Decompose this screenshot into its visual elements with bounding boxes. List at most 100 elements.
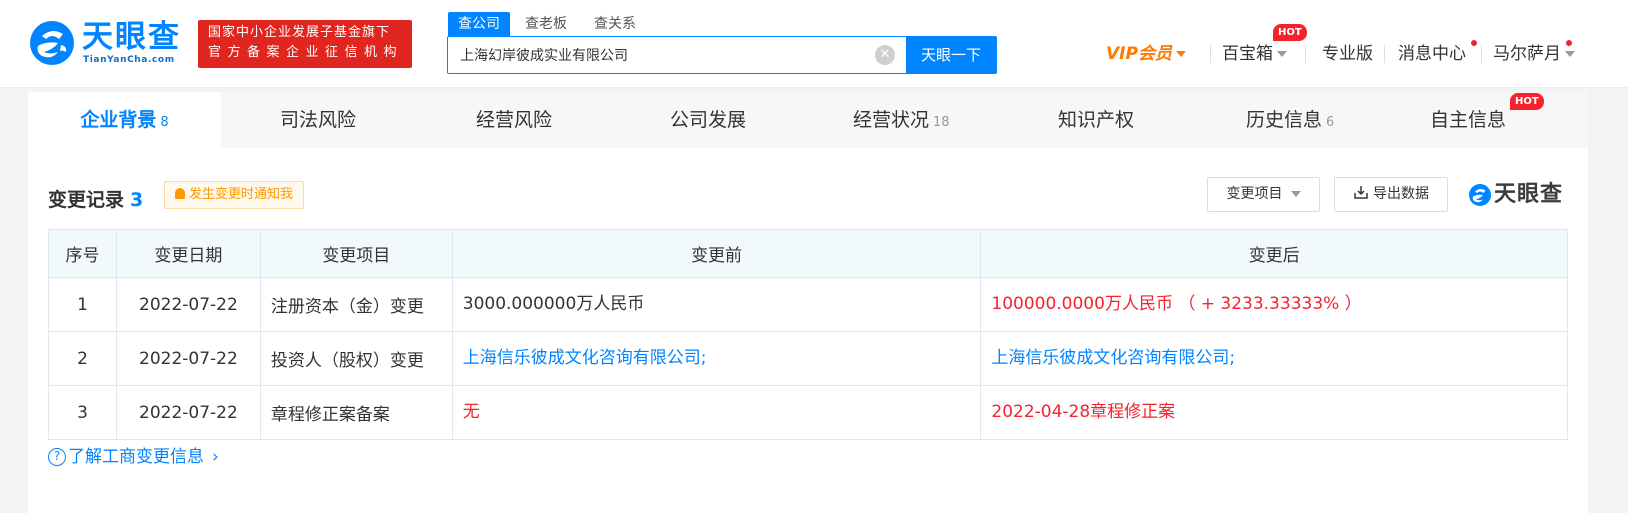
hot-badge: HOT [1273,24,1307,41]
cell-before-text: 3000.000000万人民币 [462,294,645,314]
slogan-banner: 国家中小企业发展子基金旗下 官方备案企业征信机构 [198,20,412,68]
investor-link[interactable]: 上海信乐彼成文化咨询有限公司; [463,348,707,368]
filter-label: 变更项目 [1226,186,1283,202]
cell-date: 2022-07-22 [115,385,261,440]
user-menu[interactable]: 马尔萨月 [1493,42,1575,66]
chevron-right-icon: › [212,447,219,467]
table-row: 2 2022-07-22 投资人（股权）变更 上海信乐彼成文化咨询有限公司; 上… [48,331,1568,386]
tab-self-info[interactable]: 自主信息 [1430,92,1506,148]
hot-badge: HOT [1510,93,1544,110]
tab-label: 公司发展 [670,109,747,131]
cell-index: 2 [48,331,117,386]
cell-date: 2022-07-22 [115,277,261,332]
cell-after-text: 2022-04-28章程修正案 [991,402,1176,422]
search-tab-company[interactable]: 查公司 [448,12,510,36]
export-label: 导出数据 [1373,186,1429,202]
tab-label: 历史信息 [1246,109,1323,131]
cell-date: 2022-07-22 [115,331,261,386]
change-record-table: 序号 变更日期 变更项目 变更前 变更后 1 2022-07-22 注册资本（金… [48,229,1568,440]
chevron-down-icon [1565,51,1575,57]
tab-business-status[interactable]: 经营状况 18 [853,92,950,148]
tab-legal-risk[interactable]: 司法风险 [280,92,356,148]
col-header-after: 变更后 [980,229,1568,278]
clear-icon[interactable]: ✕ [875,45,895,65]
tab-label: 经营状况 [853,109,930,131]
col-header-item: 变更项目 [259,229,453,278]
tab-count: 8 [160,115,169,130]
col-header-index: 序号 [48,229,117,278]
logo-mark-icon [1469,184,1491,206]
cell-before: 3000.000000万人民币 [451,277,982,332]
col-header-date: 变更日期 [115,229,261,278]
chevron-down-icon [1175,51,1186,57]
logo-domain: TianYanCha.com [83,55,175,65]
tab-count: 18 [933,115,950,130]
table-row: 3 2022-07-22 章程修正案备案 无 2022-04-28章程修正案 [48,385,1568,440]
company-detail-card: 企业背景 8 司法风险 经营风险 公司发展 经营状况 18 知识产权 历史信息 6 自… [28,92,1588,513]
message-center-link[interactable]: 消息中心 [1398,42,1466,66]
cell-index: 3 [48,385,117,440]
brand-name: 天眼查 [1494,182,1564,207]
tab-company-development[interactable]: 公司发展 [670,92,746,148]
cell-before: 无 [451,385,982,440]
learn-change-info-link[interactable]: ? 了解工商变更信息 › [48,445,219,469]
tab-label: 企业背景 [80,109,157,131]
pro-version-link[interactable]: 专业版 [1322,42,1373,66]
cell-after-text: 100000.0000万人民币 （ + 3233.33333% ） [991,294,1362,314]
change-notify-button[interactable]: 发生变更时通知我 [164,181,305,209]
nav-divider [1481,45,1482,63]
tab-company-background[interactable]: 企业背景 8 [28,92,221,148]
tab-label: 自主信息 [1430,109,1507,131]
user-notice-dot [1566,40,1572,46]
cell-item: 投资人（股权）变更 [259,331,453,386]
section-title: 变更记录 3 [48,185,143,212]
tab-history-info[interactable]: 历史信息 6 [1246,92,1334,148]
question-icon: ? [48,448,66,466]
investor-link[interactable]: 上海信乐彼成文化咨询有限公司; [991,348,1235,368]
bell-icon [175,188,185,199]
nav-divider [1305,45,1306,63]
table-header-row: 序号 变更日期 变更项目 变更前 变更后 [48,229,1568,278]
tab-intellectual-property[interactable]: 知识产权 [1058,92,1134,148]
user-name: 马尔萨月 [1493,44,1561,64]
section-count: 3 [130,189,144,211]
vip-member-menu[interactable]: VIP会员 [1106,42,1186,66]
tab-label: 知识产权 [1058,109,1135,131]
col-header-before: 变更前 [451,229,982,278]
chevron-down-icon [1277,51,1287,57]
help-link-label: 了解工商变更信息 [68,447,204,467]
slogan-line-1: 国家中小企业发展子基金旗下 [208,25,391,40]
search-input[interactable] [448,37,883,73]
cell-after-link[interactable]: 上海信乐彼成文化咨询有限公司; [980,331,1568,386]
export-data-button[interactable]: 导出数据 [1334,177,1448,212]
tab-operation-risk[interactable]: 经营风险 [476,92,552,148]
export-icon [1354,186,1368,199]
unread-dot [1471,40,1477,46]
search-tab-boss[interactable]: 查老板 [525,12,567,36]
treasure-box-menu[interactable]: 百宝箱 [1222,42,1287,66]
change-item-filter[interactable]: 变更项目 [1207,177,1320,212]
slogan-line-2: 官方备案企业征信机构 [208,45,404,60]
cell-before-link[interactable]: 上海信乐彼成文化咨询有限公司; [451,331,982,386]
tab-count: 6 [1326,115,1335,130]
treasure-label: 百宝箱 [1222,44,1273,64]
vip-label: VIP会员 [1106,44,1172,64]
search-tab-relation[interactable]: 查关系 [594,12,636,36]
table-row: 1 2022-07-22 注册资本（金）变更 3000.000000万人民币 1… [48,277,1568,332]
brand-watermark-logo: 天眼查 [1468,180,1573,210]
cell-item: 章程修正案备案 [259,385,453,440]
tab-label: 经营风险 [476,109,553,131]
section-title-text: 变更记录 [48,189,125,211]
notify-label: 发生变更时通知我 [189,187,294,202]
search-box: ✕ 天眼一下 [447,36,997,74]
logo-mark-icon [30,21,74,65]
logo-name: 天眼查 [82,19,181,55]
cell-before-text: 无 [462,402,480,422]
tianyancha-logo[interactable]: 天眼查 TianYanCha.com [28,19,184,67]
cell-index: 1 [48,277,117,332]
search-button[interactable]: 天眼一下 [906,37,996,73]
nav-divider [1384,45,1385,63]
nav-divider [1210,45,1211,63]
top-header: 天眼查 TianYanCha.com 国家中小企业发展子基金旗下 官方备案企业征… [0,0,1628,88]
cell-after: 2022-04-28章程修正案 [980,385,1568,440]
